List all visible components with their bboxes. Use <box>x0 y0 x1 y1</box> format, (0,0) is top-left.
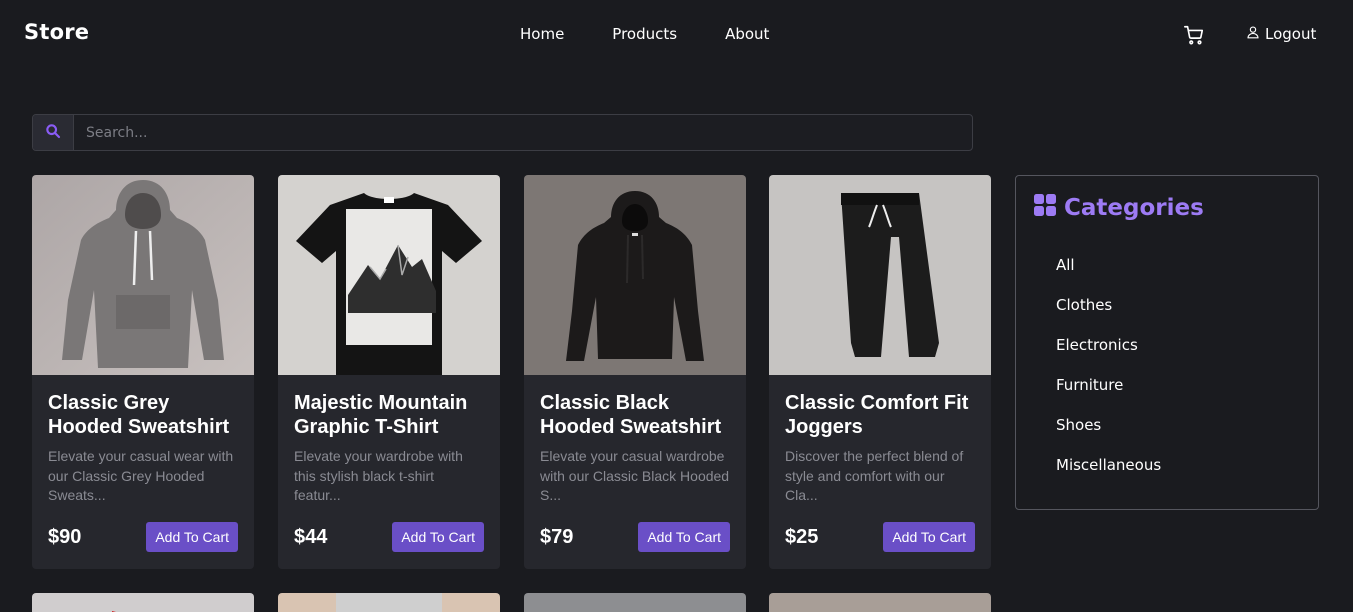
grid-icon <box>1034 194 1056 222</box>
product-card-partial[interactable] <box>32 593 254 612</box>
add-to-cart-button[interactable]: Add To Cart <box>638 522 730 552</box>
category-item-shoes[interactable]: Shoes <box>1056 416 1161 456</box>
category-item-electronics[interactable]: Electronics <box>1056 336 1161 376</box>
product-price: $79 <box>540 526 574 548</box>
product-description: Discover the perfect blend of style and … <box>785 448 964 503</box>
product-title[interactable]: Classic Black Hooded Sweatshirt <box>540 391 730 439</box>
product-image[interactable] <box>278 175 500 383</box>
product-title[interactable]: Classic Comfort Fit Joggers <box>785 391 975 439</box>
user-icon <box>1246 25 1260 43</box>
categories-panel: Categories All Clothes Electronics Furni… <box>1015 175 1319 510</box>
categories-header: Categories <box>1034 194 1204 222</box>
search-bar <box>32 114 973 151</box>
product-image[interactable] <box>769 175 991 375</box>
product-card[interactable]: Classic Grey Hooded Sweatshirt Elevate y… <box>32 175 254 569</box>
add-to-cart-button[interactable]: Add To Cart <box>392 522 484 552</box>
product-card-partial[interactable] <box>769 593 991 612</box>
product-card[interactable]: Classic Comfort Fit Joggers Discover the… <box>769 175 991 569</box>
cart-icon[interactable] <box>1183 24 1205 46</box>
category-item-all[interactable]: All <box>1056 256 1161 296</box>
product-title[interactable]: Majestic Mountain Graphic T-Shirt <box>294 391 484 439</box>
search-input[interactable] <box>74 115 972 150</box>
add-to-cart-button[interactable]: Add To Cart <box>146 522 238 552</box>
nav-link-home[interactable]: Home <box>520 25 564 43</box>
product-description: Elevate your casual wardrobe with our Cl… <box>540 448 730 503</box>
product-image[interactable] <box>32 175 254 375</box>
categories-title: Categories <box>1064 195 1204 221</box>
product-description: Elevate your wardrobe with this stylish … <box>294 448 463 503</box>
nav-links: Home Products About <box>520 25 817 43</box>
category-item-furniture[interactable]: Furniture <box>1056 376 1161 416</box>
product-details: Majestic Mountain Graphic T-Shirt Elevat… <box>278 375 500 569</box>
product-price: $90 <box>48 526 82 548</box>
product-price: $25 <box>785 526 819 548</box>
product-card-partial[interactable] <box>524 593 746 612</box>
product-description: Elevate your casual wear with our Classi… <box>48 448 234 503</box>
product-card-partial[interactable] <box>278 593 500 612</box>
product-card[interactable]: Classic Black Hooded Sweatshirt Elevate … <box>524 175 746 569</box>
product-image[interactable] <box>524 175 746 375</box>
add-to-cart-button[interactable]: Add To Cart <box>883 522 975 552</box>
brand-logo[interactable]: Store <box>24 20 89 44</box>
logout-label: Logout <box>1265 25 1317 43</box>
product-details: Classic Grey Hooded Sweatshirt Elevate y… <box>32 375 254 569</box>
product-price: $44 <box>294 526 328 548</box>
nav-link-about[interactable]: About <box>725 25 769 43</box>
category-item-clothes[interactable]: Clothes <box>1056 296 1161 336</box>
category-item-miscellaneous[interactable]: Miscellaneous <box>1056 456 1161 496</box>
search-icon <box>45 123 61 143</box>
product-details: Classic Black Hooded Sweatshirt Elevate … <box>524 375 746 569</box>
categories-list: All Clothes Electronics Furniture Shoes … <box>1056 256 1161 496</box>
product-title[interactable]: Classic Grey Hooded Sweatshirt <box>48 391 238 439</box>
product-card[interactable]: Majestic Mountain Graphic T-Shirt Elevat… <box>278 175 500 569</box>
search-button[interactable] <box>33 115 74 150</box>
navbar: Store Home Products About Logout <box>0 0 1353 70</box>
product-details: Classic Comfort Fit Joggers Discover the… <box>769 375 991 569</box>
nav-link-products[interactable]: Products <box>612 25 677 43</box>
logout-button[interactable]: Logout <box>1246 25 1316 43</box>
